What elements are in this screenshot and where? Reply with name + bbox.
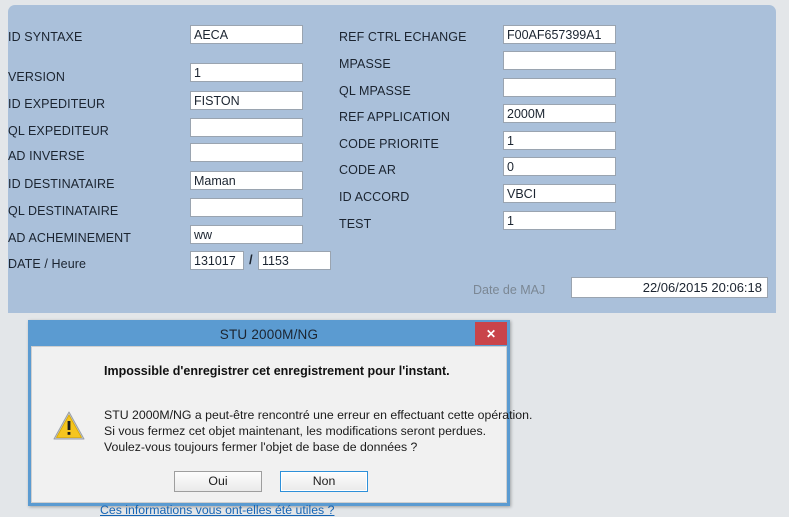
field-input-heure[interactable] [258,251,331,270]
field-label-ref-application: REF APPLICATION [339,110,451,124]
close-icon[interactable]: ✕ [475,322,507,345]
form-row-ref-ctrl-echange: REF CTRL ECHANGE [339,27,467,47]
field-input-mpasse[interactable] [503,51,616,70]
field-label-date-heure: DATE / Heure [8,257,87,271]
form-row-id-destinataire: ID DESTINATAIRE [8,174,115,194]
field-label-id-expediteur: ID EXPEDITEUR [8,97,106,111]
form-row-id-syntaxe: ID SYNTAXE [8,27,82,47]
form-row-code-ar: CODE AR [339,160,396,180]
dialog-message-line-3: Voulez-vous toujours fermer l'objet de b… [104,440,418,454]
field-label-test: TEST [339,217,372,231]
dialog-message-line-2: Si vous fermez cet objet maintenant, les… [104,424,487,438]
dialog-message-line-1: STU 2000M/NG a peut-être rencontré une e… [104,408,533,422]
form-row-ql-expediteur: QL EXPEDITEUR [8,121,109,141]
field-label-id-accord: ID ACCORD [339,190,410,204]
warning-icon [53,411,85,440]
field-label-code-ar: CODE AR [339,163,396,177]
field-input-ad-acheminement[interactable] [190,225,303,244]
field-input-id-syntaxe[interactable] [190,25,303,44]
field-input-ad-inverse[interactable] [190,143,303,162]
date-time-separator: / [249,252,253,267]
form-row-date-heure: DATE / Heure [8,254,86,274]
form-row-version: VERSION [8,67,65,87]
field-label-ad-inverse: AD INVERSE [8,149,85,163]
field-label-version: VERSION [8,70,65,84]
field-label-code-priorite: CODE PRIORITE [339,137,439,151]
form-row-code-priorite: CODE PRIORITE [339,134,439,154]
record-form-panel: ID SYNTAXE VERSION ID EXPEDITEUR QL EXPE… [8,5,776,313]
form-row-id-accord: ID ACCORD [339,187,409,207]
dialog-button-row: Oui Non [174,471,368,492]
field-input-date-de-maj[interactable] [571,277,768,298]
dialog-heading: Impossible d'enregistrer cet enregistrem… [104,364,450,378]
field-input-ql-mpasse[interactable] [503,78,616,97]
form-row-id-expediteur: ID EXPEDITEUR [8,94,105,114]
field-input-date[interactable] [190,251,244,270]
error-dialog: STU 2000M/NG ✕ Impossible d'enregistrer … [28,320,532,517]
help-feedback-link[interactable]: Ces informations vous ont-elles été util… [100,503,334,517]
field-label-id-syntaxe: ID SYNTAXE [8,30,83,44]
dialog-title: STU 2000M/NG [219,327,319,342]
field-input-id-expediteur[interactable] [190,91,303,110]
field-input-ref-application[interactable] [503,104,616,123]
form-row-ref-application: REF APPLICATION [339,107,450,127]
dialog-titlebar[interactable]: STU 2000M/NG ✕ [31,322,507,346]
field-label-ql-destinataire: QL DESTINATAIRE [8,204,119,218]
field-input-ql-destinataire[interactable] [190,198,303,217]
field-input-ql-expediteur[interactable] [190,118,303,137]
field-label-ref-ctrl-echange: REF CTRL ECHANGE [339,30,467,44]
no-button[interactable]: Non [280,471,368,492]
field-input-test[interactable] [503,211,616,230]
form-row-ad-inverse: AD INVERSE [8,146,85,166]
form-row-test: TEST [339,214,371,234]
field-input-id-accord[interactable] [503,184,616,203]
field-input-code-ar[interactable] [503,157,616,176]
dialog-message: STU 2000M/NG a peut-être rencontré une e… [104,407,532,455]
form-row-ql-destinataire: QL DESTINATAIRE [8,201,118,221]
field-input-version[interactable] [190,63,303,82]
field-label-mpasse: MPASSE [339,57,391,71]
field-label-id-destinataire: ID DESTINATAIRE [8,177,115,191]
form-row-ql-mpasse: QL MPASSE [339,81,411,101]
yes-button[interactable]: Oui [174,471,262,492]
field-label-ql-mpasse: QL MPASSE [339,84,411,98]
field-label-ql-expediteur: QL EXPEDITEUR [8,124,109,138]
form-row-ad-acheminement: AD ACHEMINEMENT [8,228,131,248]
field-input-id-destinataire[interactable] [190,171,303,190]
field-label-ad-acheminement: AD ACHEMINEMENT [8,231,132,245]
field-input-code-priorite[interactable] [503,131,616,150]
dialog-body: Impossible d'enregistrer cet enregistrem… [31,346,532,517]
field-input-ref-ctrl-echange[interactable] [503,25,616,44]
form-row-mpasse: MPASSE [339,54,391,74]
field-label-date-de-maj: Date de MAJ [473,283,546,297]
